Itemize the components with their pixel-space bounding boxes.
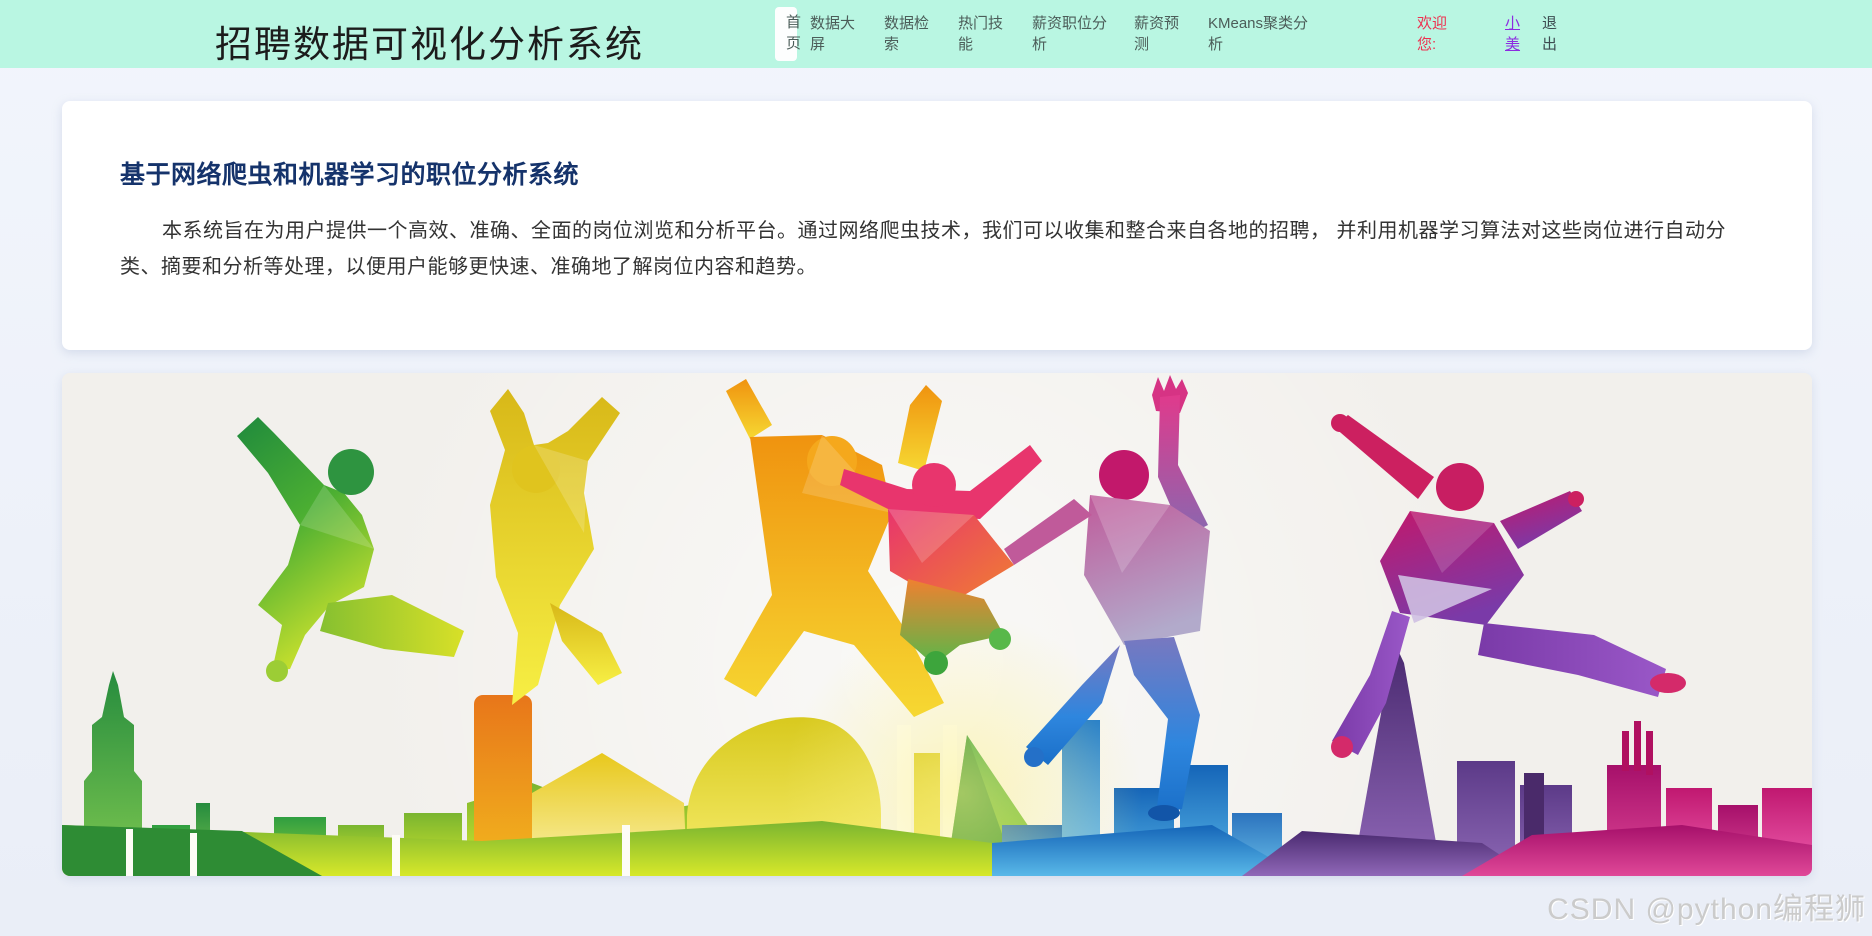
- nav-item-salary-predict[interactable]: 薪资预测: [1134, 13, 1184, 55]
- main-nav: 首页 数据大屏 数据检索 热门技能 薪资职位分析 薪资预测 KMeans聚类分析: [775, 0, 1342, 68]
- nav-item-hot-skills[interactable]: 热门技能: [958, 13, 1008, 55]
- intro-card: 基于网络爬虫和机器学习的职位分析系统 本系统旨在为用户提供一个高效、准确、全面的…: [62, 101, 1812, 350]
- welcome-label: 欢迎您:: [1417, 15, 1448, 53]
- nav-item-search[interactable]: 数据检索: [884, 13, 934, 55]
- nav-item-salary-position[interactable]: 薪资职位分析: [1032, 13, 1110, 55]
- nav-item-home[interactable]: 首页: [775, 7, 801, 61]
- app-title: 招聘数据可视化分析系统: [215, 24, 644, 65]
- intro-body: 本系统旨在为用户提供一个高效、准确、全面的岗位浏览和分析平台。通过网络爬虫技术，…: [120, 220, 1727, 278]
- nav-item-kmeans[interactable]: KMeans聚类分析: [1208, 13, 1318, 55]
- hero-image: [62, 373, 1812, 876]
- hero-card: [62, 373, 1812, 876]
- logout-link[interactable]: 退出: [1542, 13, 1560, 55]
- top-navbar: 招聘数据可视化分析系统 首页 数据大屏 数据检索 热门技能 薪资职位分析 薪资预…: [0, 0, 1872, 68]
- csdn-watermark: CSDN @python编程狮: [1547, 893, 1866, 926]
- intro-heading: 基于网络爬虫和机器学习的职位分析系统: [120, 161, 580, 189]
- username-link[interactable]: 小美: [1505, 13, 1523, 55]
- user-zone: 欢迎您: 小美 退出: [1417, 0, 1560, 68]
- nav-item-dashboard[interactable]: 数据大屏: [810, 13, 860, 55]
